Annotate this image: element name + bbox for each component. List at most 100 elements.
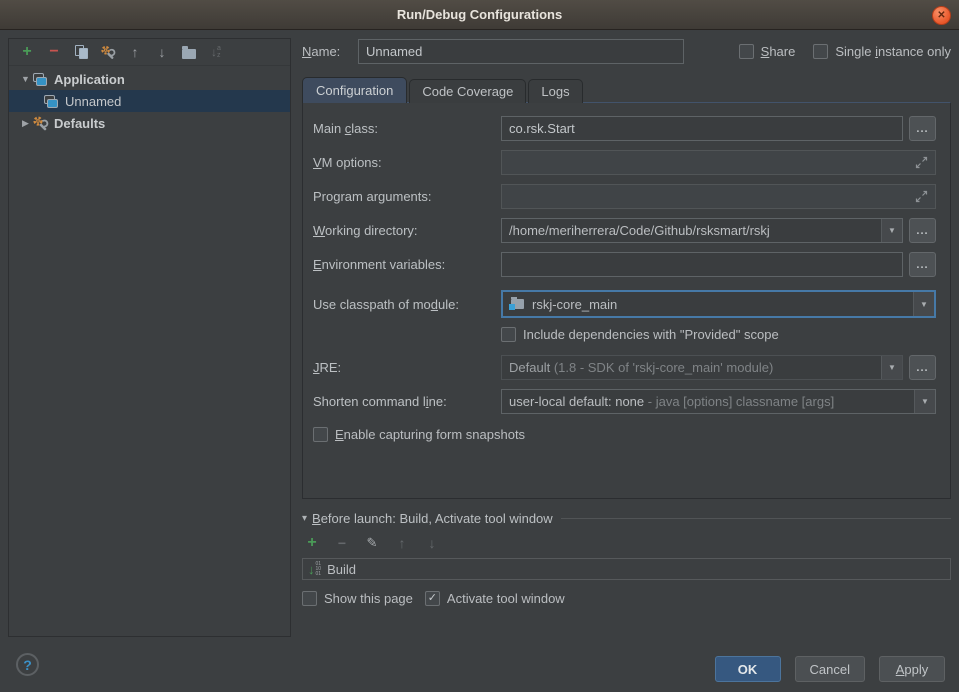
dropdown-arrow-icon[interactable]: ▼ [914, 390, 935, 413]
share-checkbox[interactable]: Share [739, 44, 796, 59]
use-classpath-label: Use classpath of module: [313, 297, 501, 312]
pencil-icon: ✎ [367, 535, 378, 551]
environment-variables-label: Environment variables: [313, 257, 501, 272]
move-down-button[interactable]: ↓ [154, 44, 170, 60]
add-task-button[interactable]: + [304, 535, 320, 551]
configuration-tab-panel: Main class: ... VM options: Program argu… [302, 102, 951, 499]
enable-capturing-row: Enable capturing form snapshots [313, 427, 936, 442]
move-task-up-button[interactable]: ↑ [394, 535, 410, 551]
copy-configuration-button[interactable] [73, 44, 89, 60]
before-launch-header[interactable]: ▾ Before launch: Build, Activate tool wi… [302, 511, 951, 526]
shorten-command-line-row: Shorten command line: user-local default… [313, 389, 936, 414]
environment-variables-input[interactable] [501, 252, 903, 277]
editor-tabs: Configuration Code Coverage Logs [302, 76, 951, 102]
name-row: Name: Share Single instance only [302, 38, 951, 64]
cancel-button[interactable]: Cancel [795, 656, 865, 682]
program-arguments-input[interactable] [501, 184, 936, 209]
tab-logs[interactable]: Logs [528, 79, 582, 103]
browse-main-class-button[interactable]: ... [909, 116, 936, 141]
use-classpath-combobox[interactable]: rskj-core_main ▼ [501, 290, 936, 318]
dropdown-arrow-icon[interactable]: ▼ [913, 292, 934, 316]
tree-node-application[interactable]: ▼ Application [9, 68, 290, 90]
jre-row: JRE: Default (1.8 - SDK of 'rskj-core_ma… [313, 355, 936, 380]
create-folder-button[interactable] [181, 44, 197, 60]
apply-label: Apply [896, 662, 929, 677]
expand-field-icon[interactable] [915, 190, 928, 203]
before-launch-toolbar: + − ✎ ↑ ↓ [302, 526, 951, 558]
tab-configuration[interactable]: Configuration [302, 77, 407, 103]
window-title: Run/Debug Configurations [397, 7, 562, 22]
working-directory-combobox[interactable]: /home/meriherrera/Code/Github/rsksmart/r… [501, 218, 903, 243]
activate-tool-window-checkbox[interactable]: ✓ Activate tool window [425, 591, 565, 606]
plus-icon: + [307, 536, 316, 550]
shorten-command-line-label: Shorten command line: [313, 394, 501, 409]
window-close-button[interactable]: ✕ [932, 6, 951, 25]
edit-task-button[interactable]: ✎ [364, 535, 380, 551]
edit-defaults-button[interactable] [100, 44, 116, 60]
sort-az-icon: ↓ az [211, 45, 221, 59]
arrow-down-icon: ↓ [429, 535, 436, 551]
expander-expanded-icon[interactable]: ▼ [19, 74, 32, 84]
checkbox-unchecked-icon [739, 44, 754, 59]
single-instance-checkbox[interactable]: Single instance only [813, 44, 951, 59]
copy-icon [73, 44, 89, 60]
vm-options-input[interactable] [501, 150, 936, 175]
share-label: Share [761, 44, 796, 59]
working-directory-row: Working directory: /home/meriherrera/Cod… [313, 218, 936, 243]
folder-icon [182, 49, 196, 59]
tree-node-unnamed[interactable]: Unnamed [9, 90, 290, 112]
expander-collapsed-icon[interactable]: ▶ [19, 118, 32, 129]
tree-node-label: Application [54, 72, 125, 87]
sort-configurations-button[interactable]: ↓ az [208, 44, 224, 60]
name-label: Name: [302, 44, 358, 59]
browse-working-directory-button[interactable]: ... [909, 218, 936, 243]
dropdown-arrow-icon[interactable]: ▼ [881, 219, 902, 242]
browse-environment-variables-button[interactable]: ... [909, 252, 936, 277]
name-input[interactable] [358, 39, 684, 64]
main-class-label: Main class: [313, 121, 501, 136]
checkbox-unchecked-icon [302, 591, 317, 606]
add-configuration-button[interactable]: + [19, 44, 35, 60]
tree-node-label: Unnamed [65, 94, 121, 109]
expand-field-icon[interactable] [915, 156, 928, 169]
ok-button[interactable]: OK [715, 656, 781, 682]
defaults-wrench-icon [32, 115, 49, 132]
use-classpath-row: Use classpath of module: rskj-core_main … [313, 290, 936, 318]
checkbox-unchecked-icon [501, 327, 516, 342]
help-button[interactable]: ? [16, 653, 39, 676]
application-icon [43, 94, 60, 109]
collapse-caret-icon[interactable]: ▾ [302, 513, 307, 524]
tab-code-coverage[interactable]: Code Coverage [409, 79, 526, 103]
configurations-sidebar: + − ↑ ↓ ↓ az ▼ Application [8, 38, 291, 637]
apply-button[interactable]: Apply [879, 656, 945, 682]
settings-wrench-icon [100, 44, 116, 61]
jre-combobox[interactable]: Default (1.8 - SDK of 'rskj-core_main' m… [501, 355, 903, 380]
show-this-page-checkbox[interactable]: Show this page [302, 591, 413, 606]
tree-node-label: Defaults [54, 116, 105, 131]
name-row-checkboxes: Share Single instance only [739, 44, 951, 59]
plus-icon: + [22, 45, 31, 59]
dropdown-arrow-icon[interactable]: ▼ [881, 356, 902, 379]
ellipsis-icon: ... [916, 123, 928, 135]
close-icon: ✕ [937, 10, 945, 21]
shorten-command-line-combobox[interactable]: user-local default: none - java [options… [501, 389, 936, 414]
configurations-toolbar: + − ↑ ↓ ↓ az [9, 39, 290, 66]
checkbox-unchecked-icon [813, 44, 828, 59]
include-dependencies-checkbox[interactable]: Include dependencies with "Provided" sco… [501, 327, 779, 342]
before-launch-task-build[interactable]: ↓ 011001 Build [302, 558, 951, 580]
remove-configuration-button[interactable]: − [46, 44, 62, 60]
jre-label: JRE: [313, 360, 501, 375]
vm-options-label: VM options: [313, 155, 501, 170]
browse-jre-button[interactable]: ... [909, 355, 936, 380]
remove-task-button[interactable]: − [334, 535, 350, 551]
main-class-input[interactable] [501, 116, 903, 141]
task-label: Build [327, 562, 356, 577]
enable-capturing-checkbox[interactable]: Enable capturing form snapshots [313, 427, 525, 442]
tree-node-defaults[interactable]: ▶ Defaults [9, 112, 290, 134]
move-up-button[interactable]: ↑ [127, 44, 143, 60]
window-titlebar: Run/Debug Configurations ✕ [0, 0, 959, 30]
single-instance-label: Single instance only [835, 44, 951, 59]
program-arguments-row: Program arguments: [313, 184, 936, 209]
environment-variables-row: Environment variables: ... [313, 252, 936, 277]
move-task-down-button[interactable]: ↓ [424, 535, 440, 551]
